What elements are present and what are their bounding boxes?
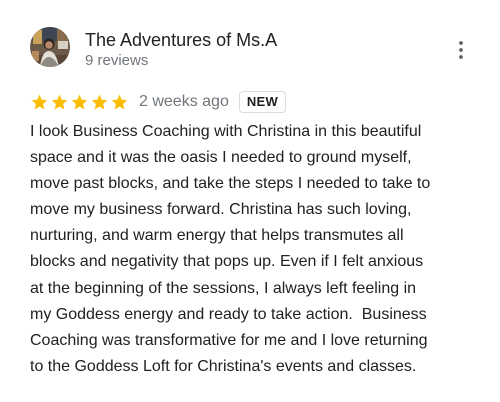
review-card: The Adventures of Ms.A 9 reviews 2 weeks… (0, 0, 500, 402)
new-badge: NEW (238, 91, 287, 113)
author-name[interactable]: The Adventures of Ms.A (85, 29, 277, 51)
author-avatar[interactable] (30, 27, 70, 67)
avatar-photo (30, 27, 70, 67)
review-text: I look Business Coaching with Christina … (30, 123, 431, 375)
star-icon (111, 94, 128, 109)
star-rating (30, 93, 129, 112)
star-icon (71, 94, 88, 109)
more-vert-icon (459, 41, 463, 59)
author-review-count: 9 reviews (85, 52, 149, 69)
more-options-button[interactable] (449, 38, 473, 62)
review-meta: 2 weeks ago NEW (30, 89, 287, 115)
star-icon (91, 94, 108, 109)
star-icon (31, 94, 48, 109)
review-date: 2 weeks ago (139, 93, 229, 110)
star-icon (51, 94, 68, 109)
